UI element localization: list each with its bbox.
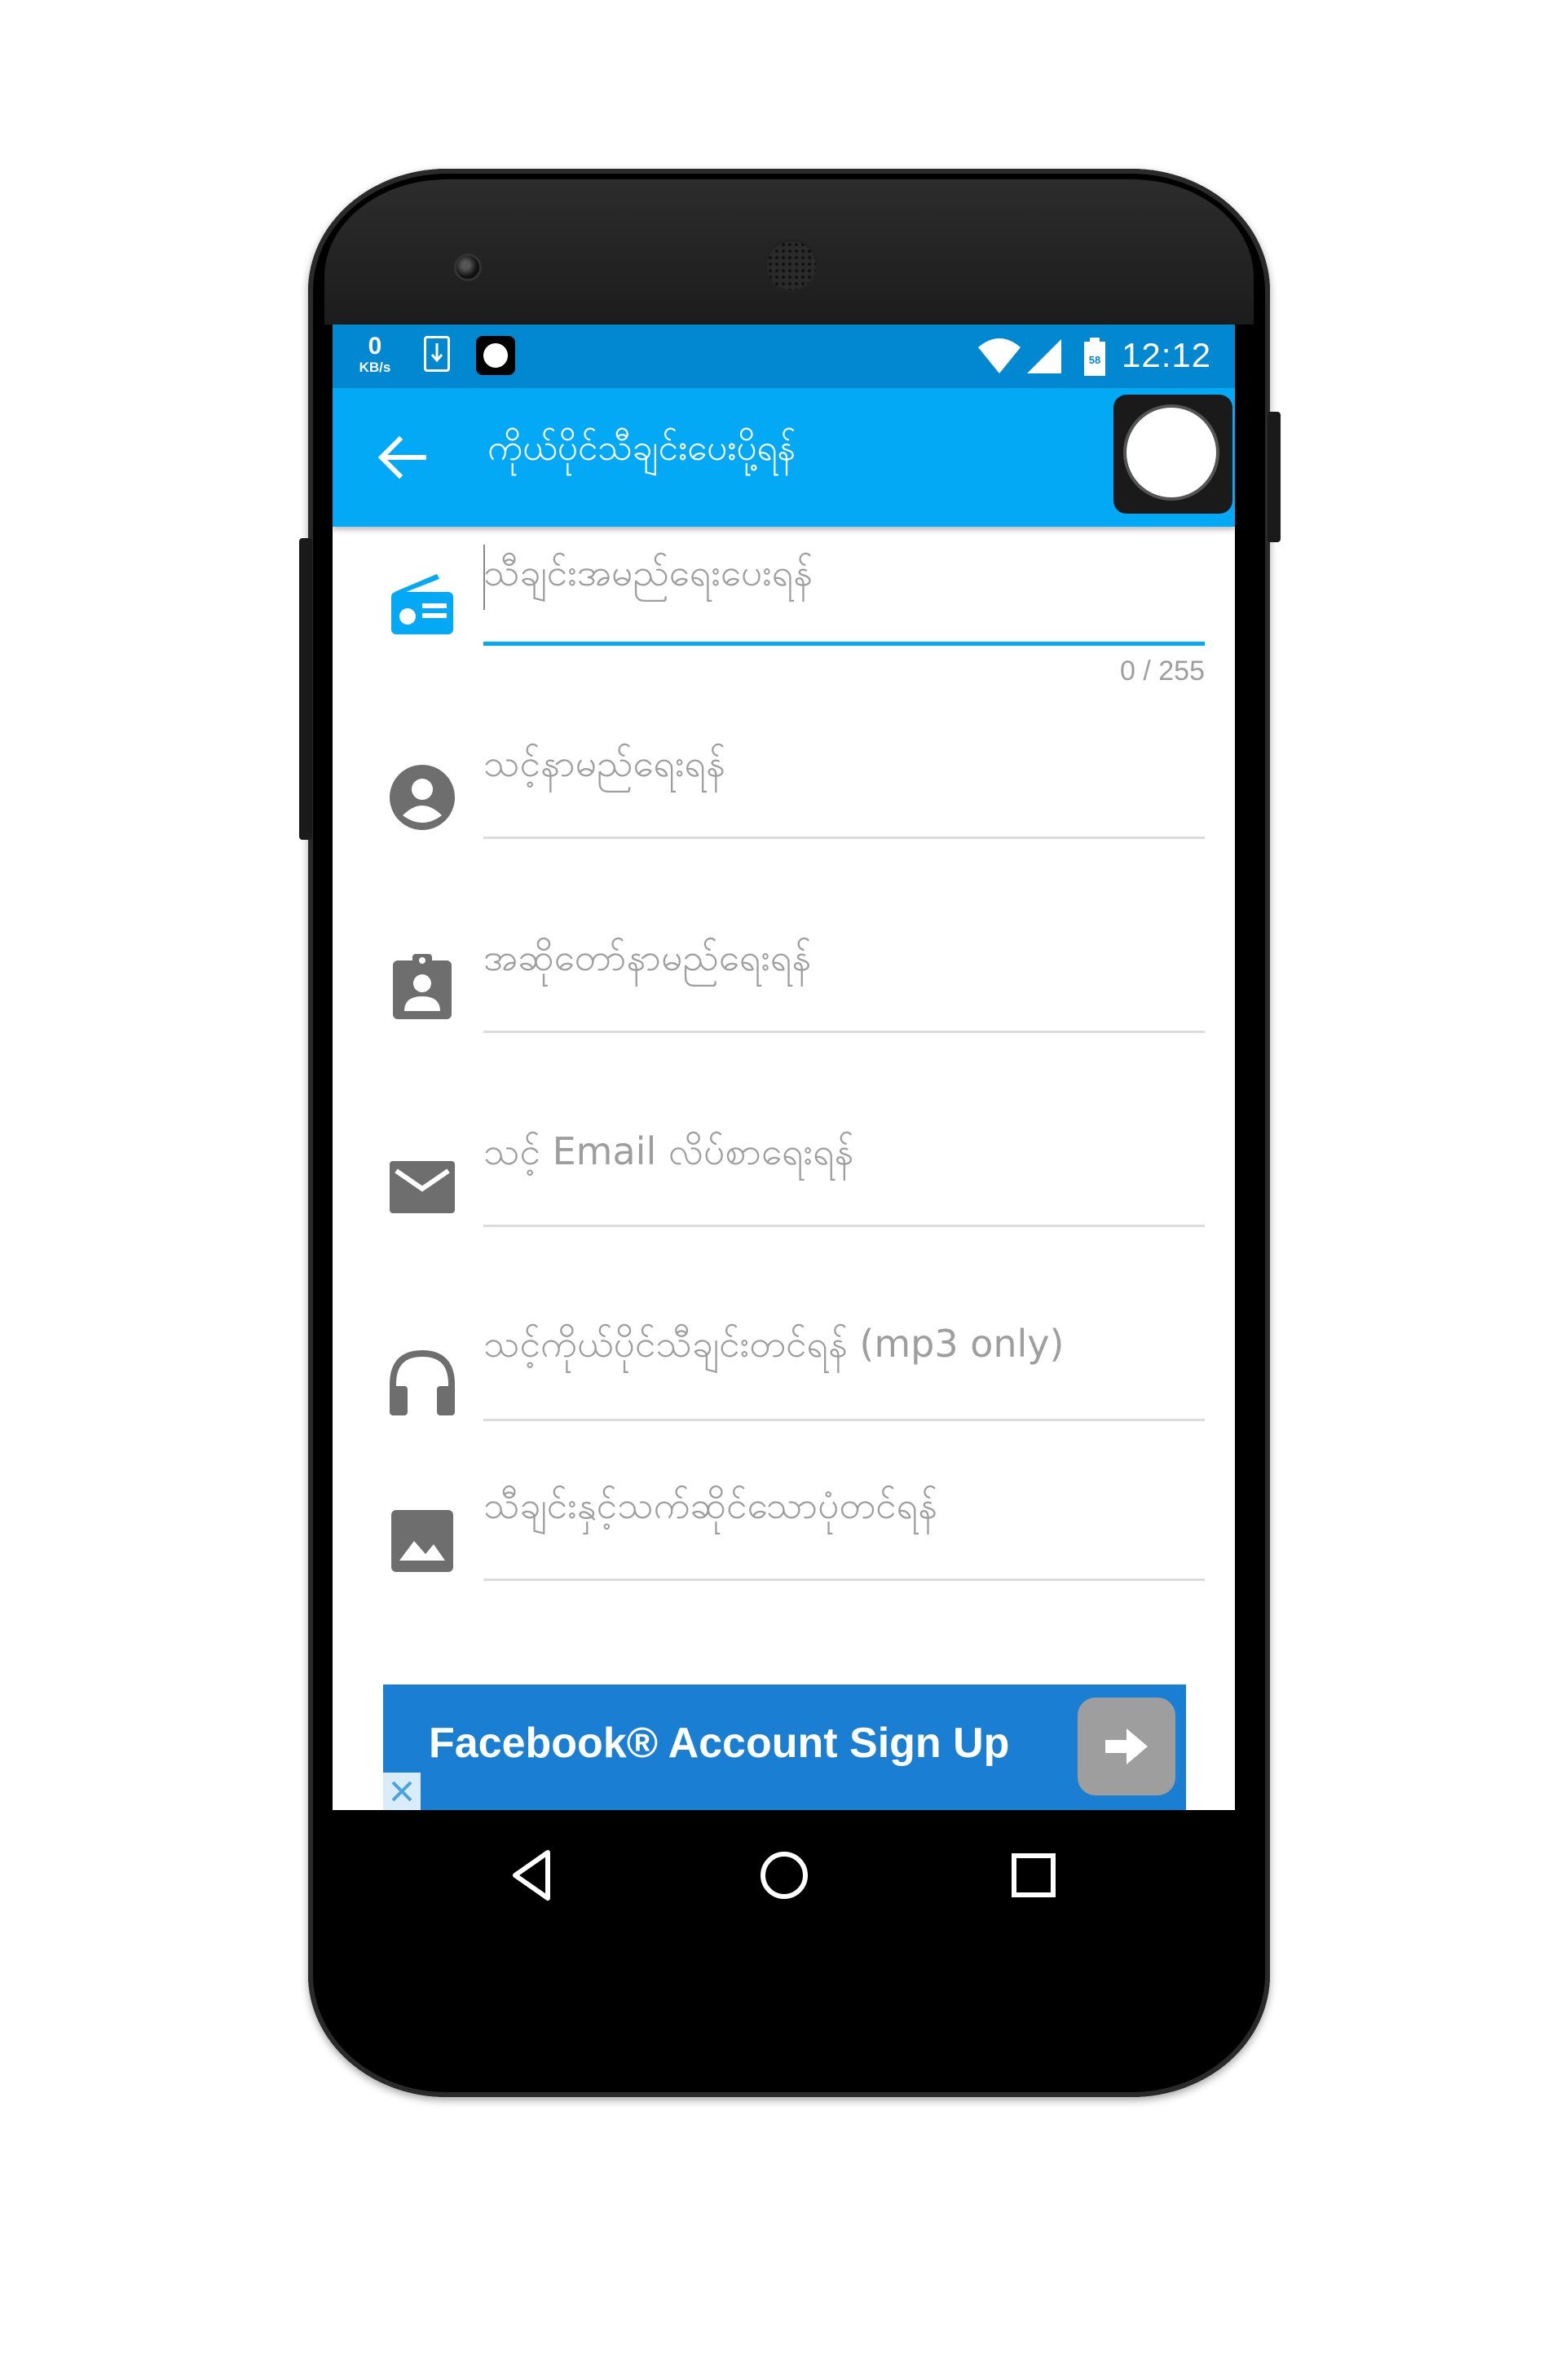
- navigation-bar: [333, 1810, 1235, 1936]
- network-speed: 0 KB/s: [352, 333, 398, 375]
- singer-name-field: အဆိုတော်နာမည်ရေးရန်: [333, 934, 1235, 1065]
- singer-name-input[interactable]: အဆိုတော်နာမည်ရေးရန်: [483, 934, 1205, 989]
- battery-icon: 58: [1084, 338, 1105, 376]
- image-icon: [391, 1510, 453, 1572]
- ad-text[interactable]: Facebook® Account Sign Up: [429, 1719, 1009, 1768]
- email-underline: [483, 1225, 1205, 1227]
- char-counter: 0 / 255: [1120, 656, 1205, 687]
- nav-back-icon[interactable]: [500, 1843, 566, 1908]
- network-speed-value: 0: [368, 333, 382, 360]
- battery-level: 58: [1089, 354, 1100, 366]
- ad-banner[interactable]: Facebook® Account Sign Up: [383, 1685, 1186, 1810]
- email-input[interactable]: သင့် Email လိပ်စာရေးရန်: [483, 1128, 1205, 1183]
- song-name-underline: [483, 642, 1205, 646]
- status-bar: 0 KB/s 58 12:12: [333, 325, 1235, 388]
- singer-name-underline: [483, 1031, 1205, 1033]
- song-name-input[interactable]: သီချင်းအမည်ရေးပေးရန်: [483, 550, 1205, 604]
- arrow-forward-icon: [1105, 1729, 1148, 1764]
- email-field: သင့် Email လိပ်စာရေးရန်: [333, 1128, 1235, 1259]
- your-name-field: သင့်နာမည်ရေးရန်: [333, 740, 1235, 871]
- floating-overlay-button[interactable]: [1113, 395, 1232, 514]
- ad-close-button[interactable]: [383, 1773, 421, 1810]
- network-speed-unit: KB/s: [359, 360, 391, 375]
- page-title: ကိုယ်ပိုင်သီချင်းပေးပို့ရန်: [487, 427, 796, 469]
- song-name-field: သီချင်းအမည်ရေးပေးရန် 0 / 255: [333, 538, 1235, 701]
- power-button: [1268, 412, 1281, 542]
- floating-bubble-icon: [476, 336, 515, 375]
- your-name-underline: [483, 837, 1205, 839]
- assignment-ind-icon: [393, 954, 452, 1019]
- image-upload-field: သီချင်းနှင့်သက်ဆိုင်သောပုံတင်ရန်: [333, 1482, 1235, 1613]
- volume-button: [299, 538, 312, 840]
- song-upload-input[interactable]: သင့်ကိုယ်ပိုင်သီချင်းတင်ရန် (mp3 only): [483, 1321, 1205, 1375]
- front-camera: [454, 254, 482, 281]
- app-bar: ကိုယ်ပိုင်သီချင်းပေးပို့ရန်: [333, 388, 1235, 527]
- nav-recents-icon[interactable]: [1001, 1843, 1066, 1908]
- clock: 12:12: [1122, 336, 1212, 374]
- arrow-back-icon[interactable]: [373, 433, 430, 482]
- radio-icon: [391, 574, 453, 634]
- headset-icon: [390, 1349, 455, 1415]
- wifi-icon: [978, 338, 1021, 373]
- nav-home-icon[interactable]: [752, 1843, 817, 1908]
- earpiece-speaker: [765, 239, 818, 293]
- download-icon: [424, 336, 450, 372]
- mail-icon: [390, 1161, 455, 1213]
- image-upload-input[interactable]: သီချင်းနှင့်သက်ဆိုင်သောပုံတင်ရန်: [483, 1482, 1205, 1537]
- cell-signal-icon: [1027, 339, 1061, 373]
- song-upload-underline: [483, 1419, 1205, 1421]
- screen: 0 KB/s 58 12:12 ကိုယ်ပိုင်သီချင်းပေးပို့…: [333, 325, 1235, 1810]
- image-upload-underline: [483, 1579, 1205, 1581]
- close-icon: [391, 1781, 412, 1802]
- song-upload-field: သင့်ကိုယ်ပိုင်သီချင်းတင်ရန် (mp3 only): [333, 1321, 1235, 1451]
- ad-arrow-button[interactable]: [1078, 1698, 1175, 1795]
- your-name-input[interactable]: သင့်နာမည်ရေးရန်: [483, 740, 1205, 795]
- account-circle-icon: [390, 765, 455, 830]
